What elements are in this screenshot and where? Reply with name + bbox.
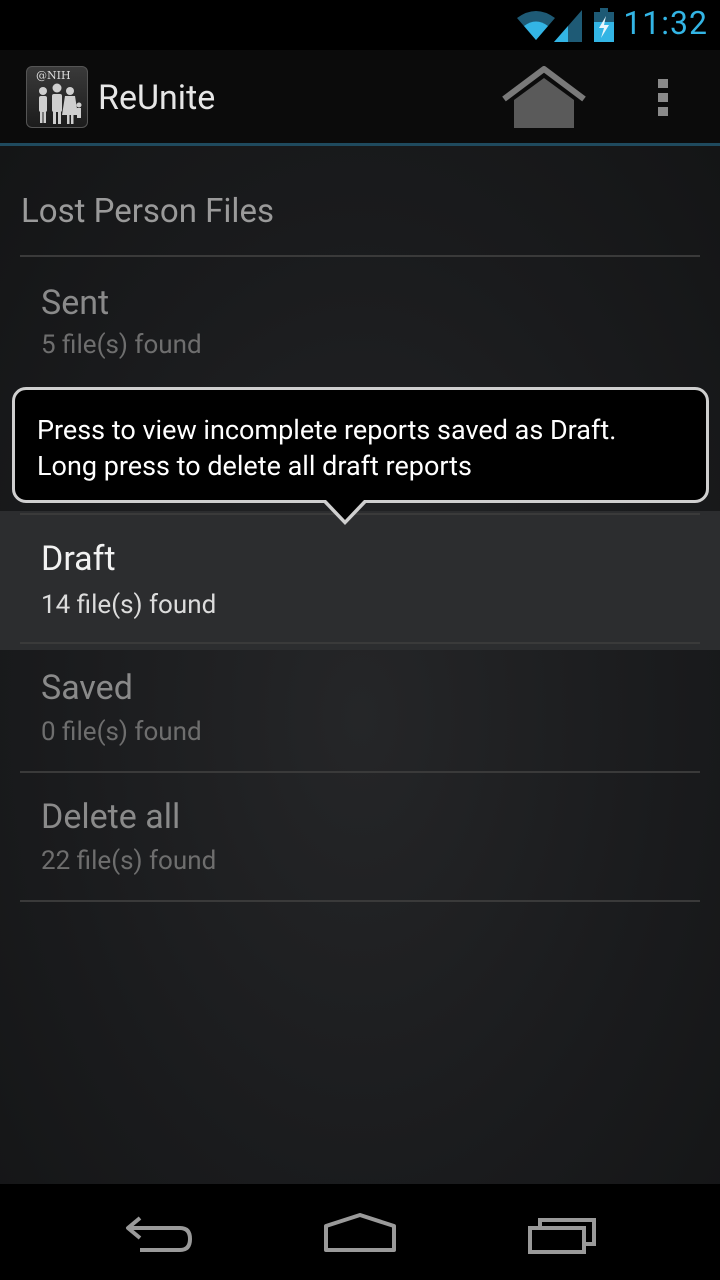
- list-item-title: Draft: [41, 539, 116, 579]
- list-item-title: Sent: [41, 283, 110, 323]
- list-item-title: Saved: [41, 668, 133, 708]
- list-item-subtitle: 0 file(s) found: [41, 717, 202, 747]
- app-title: ReUnite: [98, 78, 216, 118]
- tooltip-text: Press to view incomplete reports saved a…: [37, 412, 616, 484]
- list-item-title: Delete all: [41, 797, 181, 837]
- list-item-subtitle: 5 file(s) found: [41, 330, 202, 360]
- family-logo-icon: [39, 83, 82, 124]
- row-divider: [20, 900, 700, 902]
- list-item-saved[interactable]: Saved 0 file(s) found: [0, 644, 720, 771]
- status-time: 11:32: [623, 4, 708, 42]
- navigation-bar: [0, 1184, 720, 1280]
- list-item-subtitle: 22 file(s) found: [41, 846, 217, 876]
- recents-icon[interactable]: [526, 1216, 598, 1256]
- battery-charging-icon: [594, 8, 614, 42]
- signal-icon: [554, 10, 582, 42]
- home-nav-icon[interactable]: [322, 1212, 398, 1254]
- list-item-delete-all[interactable]: Delete all 22 file(s) found: [0, 773, 720, 900]
- home-icon[interactable]: [500, 66, 588, 130]
- tooltip-arrow-fill: [326, 500, 364, 520]
- overflow-menu-icon[interactable]: [656, 78, 670, 118]
- list-item-draft[interactable]: Draft 14 file(s) found: [0, 511, 720, 650]
- app-icon-label: @NIH: [36, 69, 71, 82]
- back-icon[interactable]: [122, 1214, 194, 1254]
- section-title: Lost Person Files: [21, 192, 274, 231]
- content-area: Lost Person Files Sent 5 file(s) found D…: [0, 146, 720, 1184]
- app-icon[interactable]: @NIH: [26, 66, 88, 128]
- wifi-icon: [517, 11, 555, 40]
- tooltip-line-2: Long press to delete all draft reports: [37, 450, 472, 482]
- list-item-subtitle: 14 file(s) found: [41, 590, 217, 620]
- tooltip-line-1: Press to view incomplete reports saved a…: [37, 414, 617, 446]
- list-item-sent[interactable]: Sent 5 file(s) found: [0, 257, 720, 382]
- tooltip: Press to view incomplete reports saved a…: [12, 387, 709, 503]
- status-bar: 11:32: [0, 0, 720, 50]
- action-bar: @NIH ReUnite: [0, 50, 720, 143]
